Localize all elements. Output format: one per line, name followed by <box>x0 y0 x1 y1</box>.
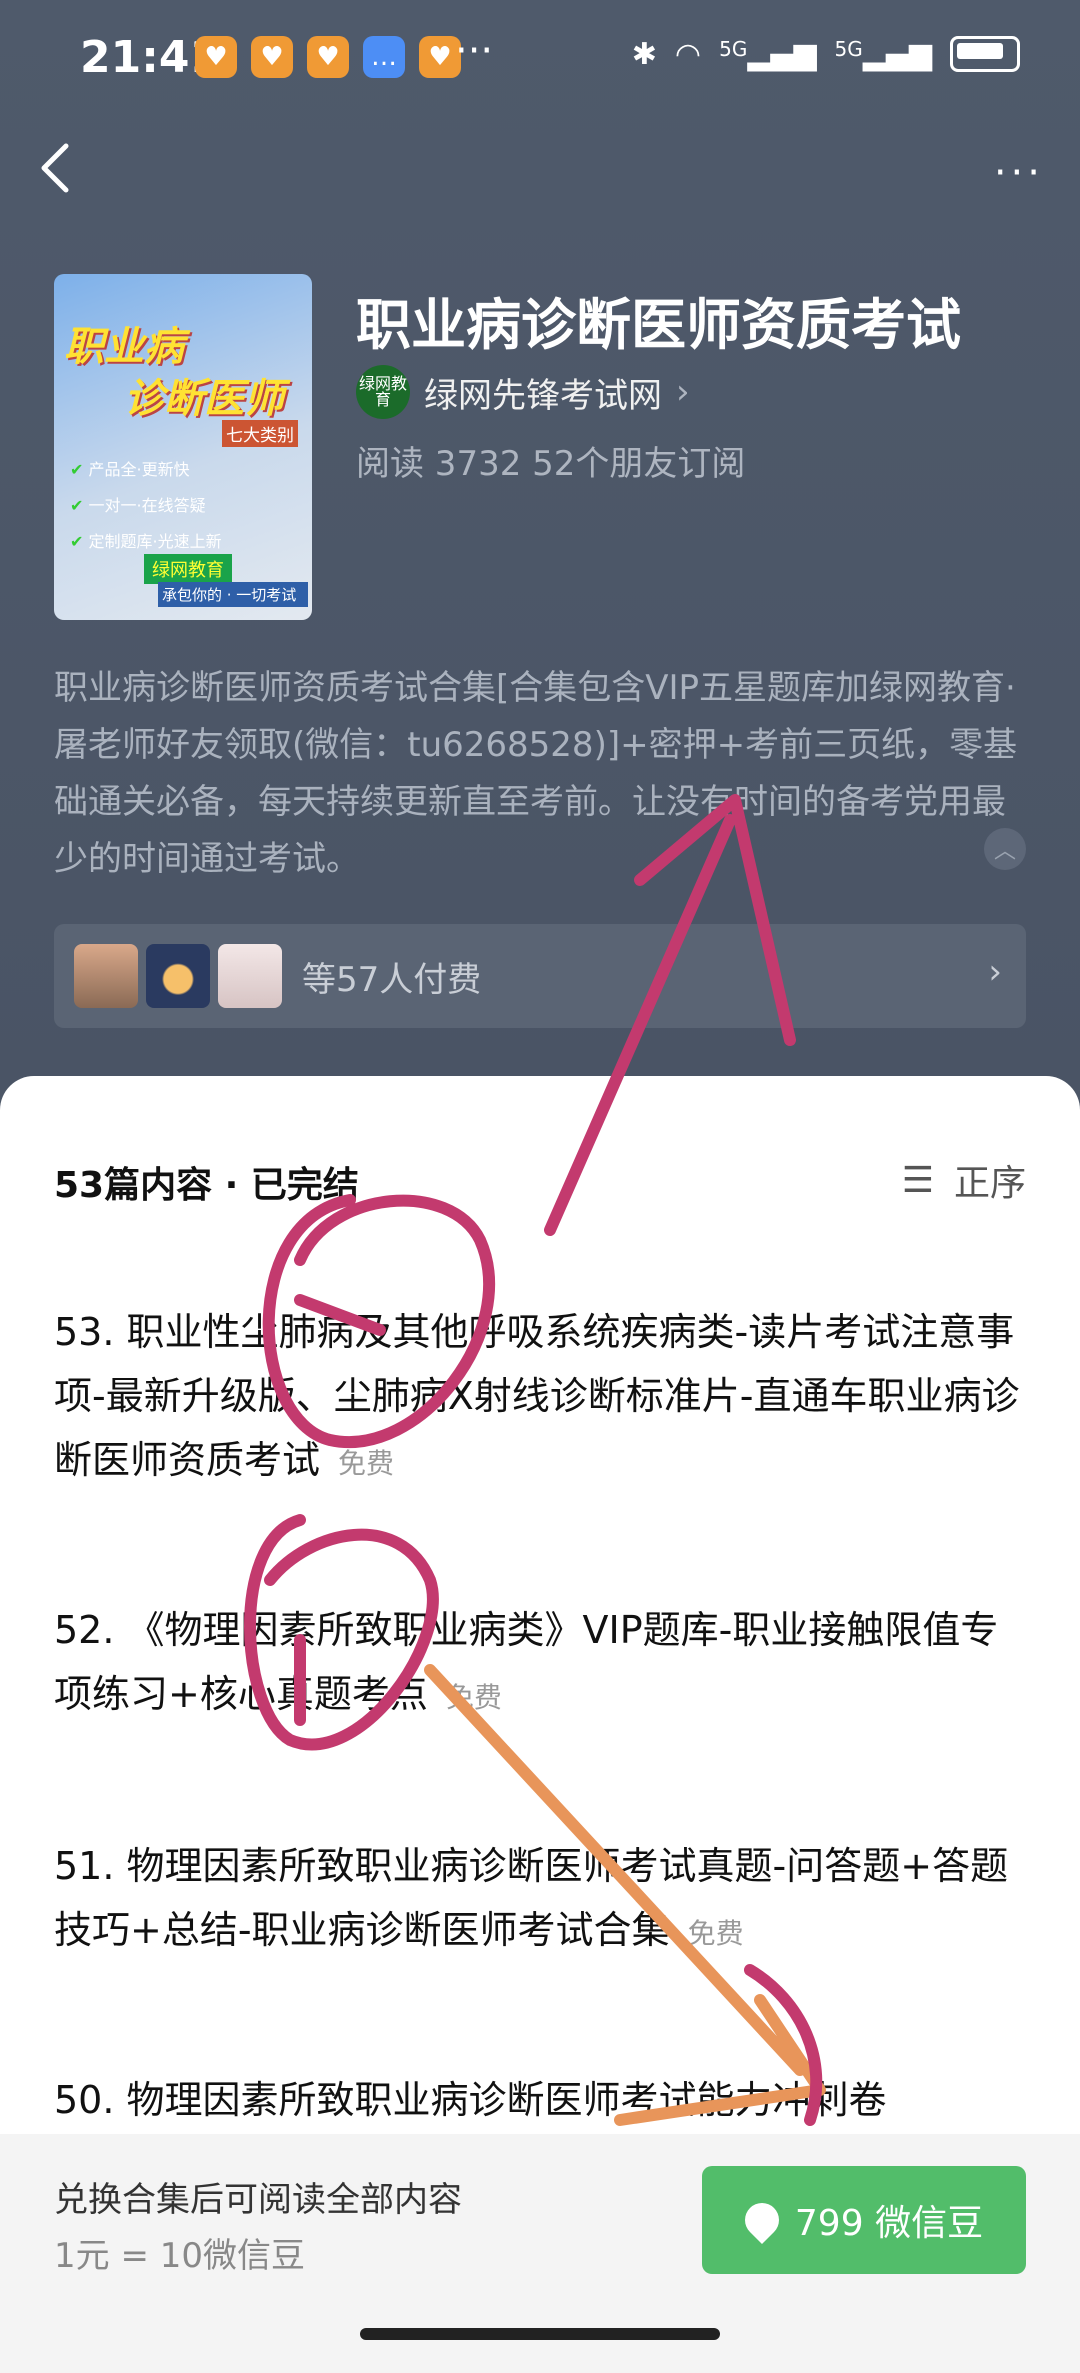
article-item[interactable]: 51. 物理因素所致职业病诊断医师考试真题-问答题+答题技巧+总结-职业病诊断医… <box>54 1834 1034 1966</box>
chevron-right-icon: › <box>676 372 690 412</box>
read-subscribe-stats: 阅读 3732 52个朋友订阅 <box>356 444 746 484</box>
chat-app-icon: … <box>363 36 405 78</box>
article-count: 53篇内容 · 已完结 <box>54 1165 359 1206</box>
article-title: 50. 物理因素所致职业病诊断医师考试能力冲刺卷 <box>54 2078 887 2122</box>
wifi-icon: ◠ <box>674 36 702 72</box>
notification-app-icon: ♥ <box>195 36 237 78</box>
purchase-bar: 兑换合集后可阅读全部内容 1元 = 10微信豆 799 微信豆 <box>0 2134 1080 2373</box>
payers-count: 等57人付费 <box>302 960 482 1000</box>
signal-label-1: 5G <box>719 36 748 61</box>
avatar <box>74 944 138 1008</box>
payers-row[interactable]: 等57人付费 › <box>54 924 1026 1028</box>
buy-with-beans-button[interactable]: 799 微信豆 <box>702 2166 1026 2274</box>
signal-label-2: 5G <box>834 36 863 61</box>
chevron-right-icon: › <box>988 952 1002 992</box>
bluetooth-icon: ✱ <box>631 36 657 72</box>
collection-cover-image[interactable]: 职业病 诊断医师 七大类别 产品全·更新快 一对一·在线答疑 定制题库·光速上新… <box>54 274 312 620</box>
author-link[interactable]: 绿网教育 绿网先锋考试网 › <box>356 365 690 419</box>
author-name: 绿网先锋考试网 <box>424 375 662 416</box>
article-title: 53. 职业性尘肺病及其他呼吸系统疾病类-读片考试注意事项-最新升级版、尘肺病X… <box>54 1310 1020 1482</box>
article-item[interactable]: 53. 职业性尘肺病及其他呼吸系统疾病类-读片考试注意事项-最新升级版、尘肺病X… <box>54 1300 1034 1496</box>
status-overflow: ··· <box>455 28 494 74</box>
sort-order-button[interactable]: ☰ 正序 <box>902 1154 1026 1206</box>
cover-slogan: 承包你的 · 一切考试 <box>158 582 308 607</box>
collapse-chevron-up-icon[interactable]: ︿ <box>984 828 1026 870</box>
battery-icon <box>950 36 1020 72</box>
cover-bullet: 定制题库·光速上新 <box>70 532 222 551</box>
author-avatar: 绿网教育 <box>356 365 410 419</box>
buy-button-label: 799 微信豆 <box>794 2203 984 2244</box>
sort-icon: ☰ <box>901 1159 934 1201</box>
cover-bullets: 产品全·更新快 一对一·在线答疑 定制题库·光速上新 <box>70 452 222 560</box>
cover-bullet: 一对一·在线答疑 <box>70 496 206 515</box>
exchange-rate: 1元 = 10微信豆 <box>54 2236 305 2276</box>
collection-title: 职业病诊断医师资质考试 <box>356 293 962 357</box>
article-item[interactable]: 52. 《物理因素所致职业病类》VIP题库-职业接触限值专项练习+核心真题考点免… <box>54 1598 1034 1730</box>
notification-icons: ♥ ♥ ♥ … ♥ <box>195 36 461 78</box>
cover-line1: 职业病 <box>64 324 184 370</box>
cover-bullet: 产品全·更新快 <box>70 460 190 479</box>
free-badge: 免费 <box>445 1681 502 1714</box>
article-title: 51. 物理因素所致职业病诊断医师考试真题-问答题+答题技巧+总结-职业病诊断医… <box>54 1844 1009 1952</box>
collection-description: 职业病诊断医师资质考试合集[合集包含VIP五星题库加绿网教育·屠老师好友领取(微… <box>54 668 1018 879</box>
sort-label: 正序 <box>953 1163 1026 1204</box>
cover-brand: 绿网教育 <box>144 554 232 584</box>
article-item[interactable]: 50. 物理因素所致职业病诊断医师考试能力冲刺卷 <box>54 2068 1034 2136</box>
avatar <box>218 944 282 1008</box>
purchase-hint: 兑换合集后可阅读全部内容 <box>54 2180 462 2220</box>
wechat-bean-icon <box>737 2195 786 2245</box>
status-bar: 21:41 ♥ ♥ ♥ … ♥ ··· ✱ ◠ 5G▂▄▆ 5G▂▄▆ <box>0 0 1080 120</box>
free-badge: 免费 <box>338 1447 395 1480</box>
more-menu-icon[interactable]: ··· <box>994 150 1044 196</box>
signal-icon-2: 5G▂▄▆ <box>834 36 932 72</box>
system-indicators: ✱ ◠ 5G▂▄▆ 5G▂▄▆ <box>632 36 1020 72</box>
article-title: 52. 《物理因素所致职业病类》VIP题库-职业接触限值专项练习+核心真题考点 <box>54 1608 999 1716</box>
notification-app-icon: ♥ <box>307 36 349 78</box>
free-badge: 免费 <box>687 1917 744 1950</box>
home-indicator <box>360 2328 720 2340</box>
cover-line2: 诊断医师 <box>124 376 284 422</box>
back-arrow-icon[interactable] <box>36 140 76 196</box>
signal-icon-1: 5G▂▄▆ <box>719 36 817 72</box>
avatar <box>146 944 210 1008</box>
notification-app-icon: ♥ <box>251 36 293 78</box>
cover-tag: 七大类别 <box>222 420 298 447</box>
